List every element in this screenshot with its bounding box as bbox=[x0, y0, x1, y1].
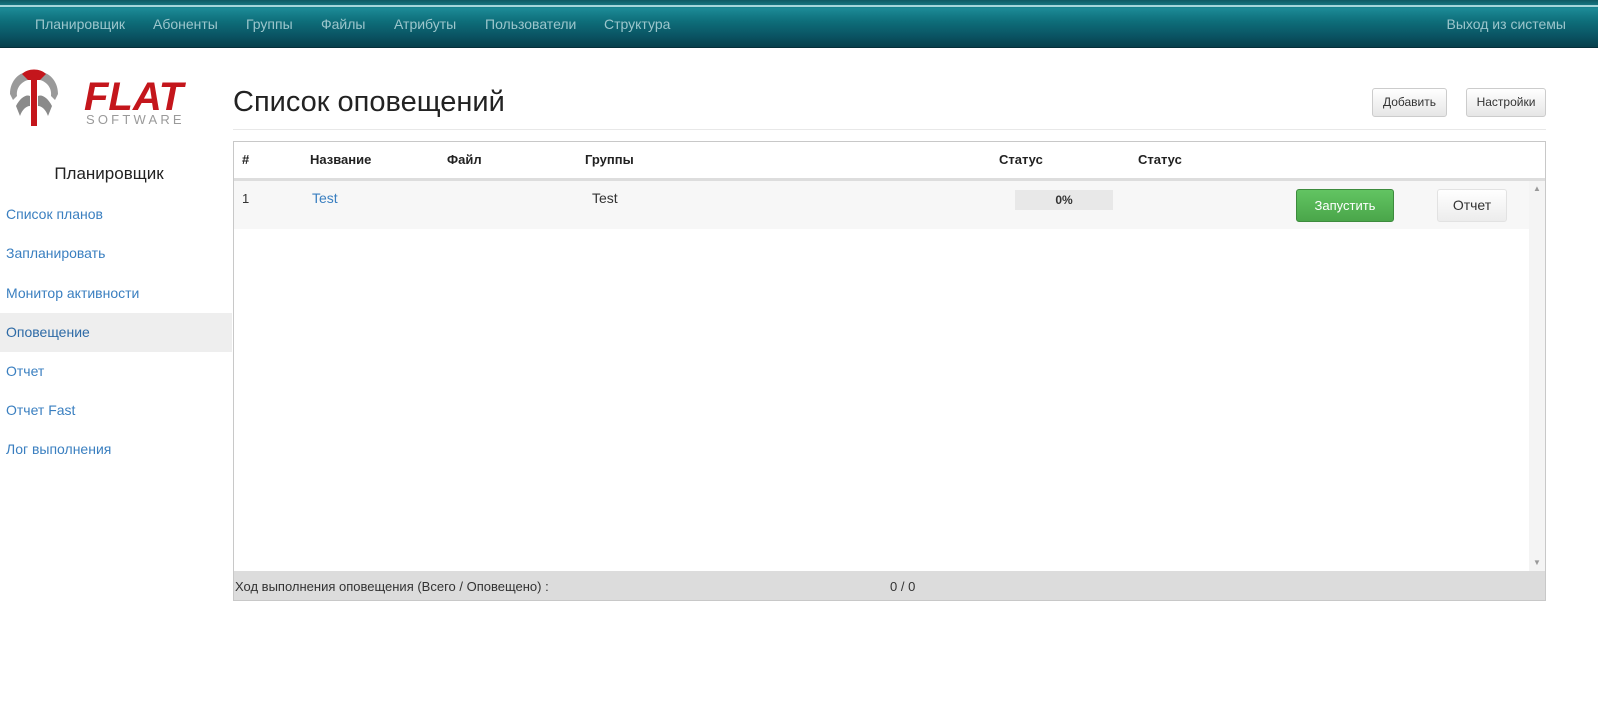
col-file: Файл bbox=[447, 152, 482, 167]
report-button[interactable]: Отчет bbox=[1437, 189, 1507, 222]
col-number: # bbox=[242, 152, 250, 167]
logo-mark-icon: FLAT SOFTWARE bbox=[10, 69, 187, 127]
table-scrollbar[interactable]: ▲ ▼ bbox=[1529, 181, 1545, 571]
top-navbar: Планировщик Абоненты Группы Файлы Атрибу… bbox=[0, 0, 1598, 48]
header-divider bbox=[233, 129, 1546, 130]
col-groups: Группы bbox=[585, 152, 634, 167]
col-status-2: Статус bbox=[1138, 152, 1182, 167]
notifications-table: # Название Файл Группы Статус Статус 1 T… bbox=[233, 141, 1546, 601]
settings-button[interactable]: Настройки bbox=[1466, 88, 1546, 117]
logo-subtitle: SOFTWARE bbox=[86, 112, 185, 127]
progress-footer: Ход выполнения оповещения (Всего / Опове… bbox=[234, 571, 1545, 600]
nav-structure[interactable]: Структура bbox=[604, 16, 670, 32]
sidebar-title: Планировщик bbox=[54, 164, 164, 183]
col-name: Название bbox=[310, 152, 372, 167]
nav-attributes[interactable]: Атрибуты bbox=[394, 16, 456, 32]
status-progress-bar: 0% bbox=[1015, 190, 1113, 210]
sidebar-item-schedule[interactable]: Запланировать bbox=[0, 234, 232, 273]
nav-scheduler[interactable]: Планировщик bbox=[35, 16, 125, 32]
sidebar-item-execution-log[interactable]: Лог выполнения bbox=[0, 430, 232, 469]
add-button[interactable]: Добавить bbox=[1372, 88, 1447, 117]
page-title: Список оповещений bbox=[233, 86, 505, 118]
sidebar-item-activity-monitor[interactable]: Монитор активности bbox=[0, 274, 232, 313]
row-name-link[interactable]: Test bbox=[312, 190, 338, 206]
sidebar-item-report[interactable]: Отчет bbox=[0, 352, 232, 391]
sidebar-item-report-fast[interactable]: Отчет Fast bbox=[0, 391, 232, 430]
scroll-up-arrow-icon[interactable]: ▲ bbox=[1529, 181, 1545, 197]
sidebar-item-plans-list[interactable]: Список планов bbox=[0, 195, 232, 234]
nav-files[interactable]: Файлы bbox=[321, 16, 365, 32]
table-row: 1 Test Test 0% Запустить Отчет bbox=[234, 181, 1529, 229]
table-header: # Название Файл Группы Статус Статус bbox=[234, 142, 1545, 181]
footer-progress-label: Ход выполнения оповещения (Всего / Опове… bbox=[235, 579, 549, 594]
nav-users[interactable]: Пользователи bbox=[485, 16, 576, 32]
scroll-down-arrow-icon[interactable]: ▼ bbox=[1529, 555, 1545, 571]
footer-progress-value: 0 / 0 bbox=[890, 579, 916, 594]
nav-groups[interactable]: Группы bbox=[246, 16, 293, 32]
flat-software-logo[interactable]: FLAT SOFTWARE bbox=[6, 66, 206, 130]
sidebar-item-notification[interactable]: Оповещение bbox=[0, 313, 232, 352]
logout-link[interactable]: Выход из системы bbox=[1447, 16, 1566, 32]
row-groups: Test bbox=[592, 190, 618, 206]
row-number: 1 bbox=[242, 191, 250, 206]
run-button[interactable]: Запустить bbox=[1296, 189, 1394, 222]
col-status: Статус bbox=[999, 152, 1043, 167]
nav-subscribers[interactable]: Абоненты bbox=[153, 16, 218, 32]
